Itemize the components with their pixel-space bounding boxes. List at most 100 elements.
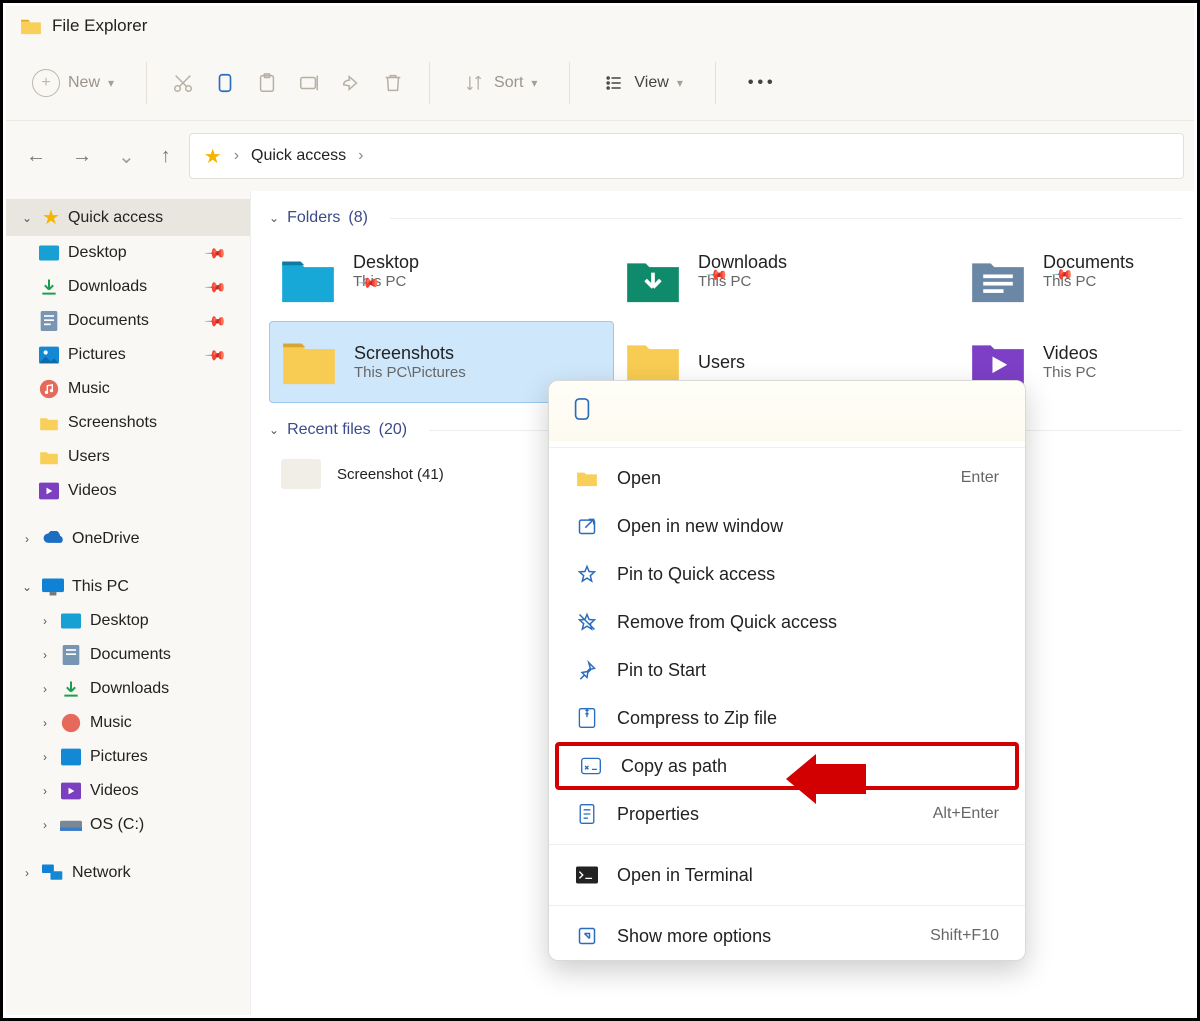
ctx-open-terminal[interactable]: Open in Terminal [549,851,1025,899]
sidebar-onedrive[interactable]: › OneDrive [6,522,250,556]
ctx-open-new-window[interactable]: Open in new window [549,502,1025,550]
ctx-item-label: Pin to Start [617,660,706,681]
sidebar-item-desktop[interactable]: Desktop 📌 [6,236,250,270]
sidebar-item-label: Documents [68,312,149,330]
chevron-down-icon: ⌄ [269,211,279,225]
ctx-item-label: Show more options [617,926,771,947]
ctx-compress-zip[interactable]: Compress to Zip file [549,694,1025,742]
sidebar-label: OneDrive [72,530,140,548]
folder-sub: This PC\Pictures [354,364,466,381]
breadcrumb-sep: › [234,147,239,165]
caret-down-icon: ⌄ [20,580,34,594]
sidebar-this-pc[interactable]: ⌄ This PC [6,570,250,604]
more-button[interactable]: ••• [740,68,785,98]
sidebar-pc-music[interactable]: ›Music [6,706,250,740]
rename-icon[interactable] [297,71,321,95]
zip-icon [575,706,599,730]
music-icon [38,378,60,400]
chevron-down-icon: ⌄ [269,423,279,437]
history-dropdown[interactable]: ⌄ [118,144,135,169]
folders-section-header[interactable]: ⌄ Folders (8) [269,209,1182,227]
sidebar-quick-access[interactable]: ⌄ ★ Quick access [6,199,250,236]
ctx-pin-quick-access[interactable]: Pin to Quick access [549,550,1025,598]
view-button-label: View [634,74,668,92]
network-icon [42,862,64,884]
star-icon: ★ [42,205,60,230]
sidebar-item-documents[interactable]: Documents 📌 [6,304,250,338]
folder-card-documents[interactable]: DocumentsThis PC📌 [959,239,1179,321]
sidebar-item-music[interactable]: Music [6,372,250,406]
downloads-folder-icon [624,254,682,306]
recent-heading: Recent files [287,421,371,439]
ctx-pin-start[interactable]: Pin to Start [549,646,1025,694]
properties-icon [575,802,599,826]
sidebar-item-users[interactable]: Users [6,440,250,474]
ctx-item-label: Copy as path [621,756,727,777]
new-button[interactable]: + New ▾ [24,63,122,103]
folders-heading: Folders [287,209,340,227]
path-icon [579,754,603,778]
ctx-item-shortcut: Alt+Enter [933,805,999,823]
folder-name: Videos [1043,343,1098,364]
folder-name: Desktop [353,252,419,273]
back-button[interactable]: ← [26,145,46,168]
ctx-open[interactable]: Open Enter [549,454,1025,502]
pictures-icon [38,344,60,366]
ctx-show-more-options[interactable]: Show more options Shift+F10 [549,912,1025,960]
sidebar-item-label: Music [90,714,132,732]
ctx-item-label: Open in Terminal [617,865,753,886]
folder-name: Screenshots [354,343,466,364]
folder-card-desktop[interactable]: DesktopThis PC📌 [269,239,614,321]
copy-icon[interactable] [213,71,237,95]
new-button-label: New [68,74,100,92]
cut-icon[interactable] [171,71,195,95]
breadcrumb[interactable]: ★ › Quick access › [189,133,1184,179]
recent-count: (20) [379,421,407,439]
sidebar-item-label: Downloads [68,278,147,296]
folder-icon [575,466,599,490]
folder-card-downloads[interactable]: DownloadsThis PC📌 [614,239,959,321]
sidebar-item-label: Screenshots [68,414,157,432]
sidebar-pc-pictures[interactable]: ›Pictures [6,740,250,774]
documents-folder-icon [969,254,1027,306]
downloads-icon [60,678,82,700]
paste-icon[interactable] [255,71,279,95]
sidebar-item-screenshots[interactable]: Screenshots [6,406,250,440]
more-options-icon [575,924,599,948]
sidebar-item-downloads[interactable]: Downloads 📌 [6,270,250,304]
sidebar-network[interactable]: › Network [6,856,250,890]
app-folder-icon [20,15,42,37]
this-pc-icon [42,576,64,598]
sidebar-pc-documents[interactable]: ›Documents [6,638,250,672]
delete-icon[interactable] [381,71,405,95]
sidebar-pc-downloads[interactable]: ›Downloads [6,672,250,706]
sidebar-item-videos[interactable]: Videos [6,474,250,508]
sidebar-label: This PC [72,578,129,596]
downloads-icon [38,276,60,298]
sidebar-label: Quick access [68,209,163,227]
pin-icon: 📌 [203,241,227,265]
sidebar-item-label: Videos [68,482,117,500]
documents-icon [38,310,60,332]
up-button[interactable]: ↑ [161,145,171,168]
music-icon [60,712,82,734]
sidebar-pc-desktop[interactable]: ›Desktop [6,604,250,638]
pictures-icon [60,746,82,768]
sidebar-pc-drive-c[interactable]: ›OS (C:) [6,808,250,842]
folder-icon [38,412,60,434]
ctx-item-label: Open [617,468,661,489]
copy-icon[interactable] [571,396,593,426]
share-icon[interactable] [339,71,363,95]
ctx-remove-quick-access[interactable]: Remove from Quick access [549,598,1025,646]
desktop-folder-icon [279,254,337,306]
sidebar-item-label: Music [68,380,110,398]
sidebar-pc-videos[interactable]: ›Videos [6,774,250,808]
view-button[interactable]: View ▾ [594,65,690,101]
sidebar-item-label: Desktop [90,612,149,630]
sidebar-item-label: Documents [90,646,171,664]
recent-file-name: Screenshot (41) [337,466,444,483]
forward-button[interactable]: → [72,145,92,168]
sidebar-item-pictures[interactable]: Pictures 📌 [6,338,250,372]
breadcrumb-root[interactable]: Quick access [251,147,346,165]
sort-button[interactable]: Sort ▾ [454,65,545,101]
